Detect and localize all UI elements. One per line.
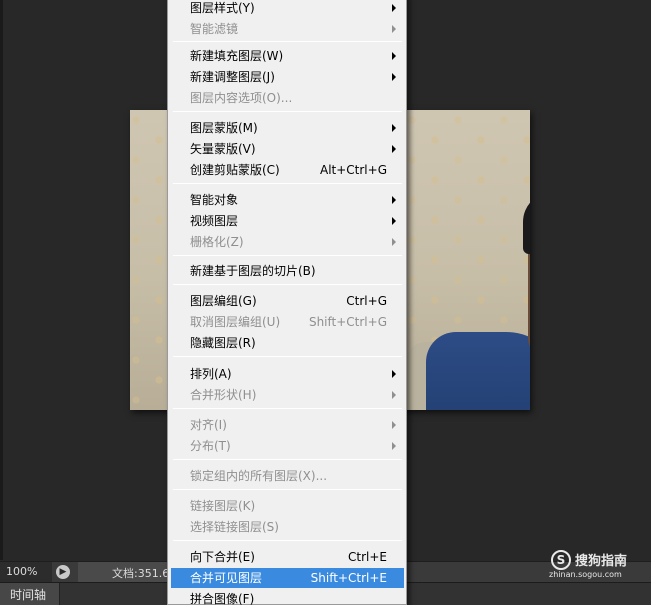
menu-separator bbox=[173, 459, 402, 460]
menu-item-shortcut: Shift+Ctrl+E bbox=[310, 571, 387, 585]
menu-item-flatten-image[interactable]: 拼合图像(F) bbox=[171, 589, 404, 605]
menu-item-label: 新建调整图层(J) bbox=[190, 70, 275, 84]
submenu-arrow-icon bbox=[392, 124, 396, 132]
menu-separator bbox=[173, 284, 402, 285]
menu-separator bbox=[173, 540, 402, 541]
menu-item-label: 分布(T) bbox=[190, 439, 231, 453]
menu-item-rasterize[interactable]: 栅格化(Z) bbox=[171, 232, 404, 252]
status-menu-icon[interactable]: ▶ bbox=[56, 565, 70, 579]
menu-item-label: 合并可见图层 bbox=[190, 571, 263, 585]
menu-item-layer-mask[interactable]: 图层蒙版(M) bbox=[171, 118, 404, 138]
menu-item-label: 新建填充图层(W) bbox=[190, 49, 284, 63]
submenu-arrow-icon bbox=[392, 370, 396, 378]
menu-item-label: 栅格化(Z) bbox=[190, 235, 244, 249]
menu-item-label: 创建剪贴蒙版(C) bbox=[190, 163, 280, 177]
submenu-arrow-icon bbox=[392, 217, 396, 225]
menu-item-ungroup-layers[interactable]: 取消图层编组(U) Shift+Ctrl+G bbox=[171, 312, 404, 332]
menu-item-select-linked-layers[interactable]: 选择链接图层(S) bbox=[171, 517, 404, 537]
menu-item-layer-content-options[interactable]: 图层内容选项(O)... bbox=[171, 88, 404, 108]
sogou-logo-icon: S bbox=[551, 550, 571, 570]
menu-item-label: 智能对象 bbox=[190, 193, 239, 207]
submenu-arrow-icon bbox=[392, 25, 396, 33]
menu-item-smart-filter[interactable]: 智能滤镜 bbox=[171, 19, 404, 39]
menu-item-hide-layers[interactable]: 隐藏图层(R) bbox=[171, 333, 404, 353]
menu-item-label: 智能滤镜 bbox=[190, 22, 239, 36]
photo-shirt bbox=[426, 332, 530, 410]
menu-item-lock-all-layers-in-group[interactable]: 锁定组内的所有图层(X)... bbox=[171, 466, 404, 486]
menu-item-label: 取消图层编组(U) bbox=[190, 315, 281, 329]
menu-item-shortcut: Ctrl+E bbox=[348, 550, 387, 564]
menu-item-label: 新建基于图层的切片(B) bbox=[190, 264, 316, 278]
menu-item-distribute[interactable]: 分布(T) bbox=[171, 436, 404, 456]
menu-item-vector-mask[interactable]: 矢量蒙版(V) bbox=[171, 139, 404, 159]
submenu-arrow-icon bbox=[392, 4, 396, 12]
menu-separator bbox=[173, 489, 402, 490]
menu-item-video-layers[interactable]: 视频图层 bbox=[171, 211, 404, 231]
menu-item-shortcut: Ctrl+G bbox=[346, 294, 387, 308]
sogou-watermark: S 搜狗指南 zhinan.sogou.com bbox=[549, 548, 645, 582]
menu-item-label: 链接图层(K) bbox=[190, 499, 256, 513]
menu-separator bbox=[173, 183, 402, 184]
menu-item-label: 图层内容选项(O)... bbox=[190, 91, 293, 105]
menu-item-label: 矢量蒙版(V) bbox=[190, 142, 256, 156]
menu-separator bbox=[173, 408, 402, 409]
submenu-arrow-icon bbox=[392, 391, 396, 399]
submenu-arrow-icon bbox=[392, 52, 396, 60]
watermark-domain: zhinan.sogou.com bbox=[549, 570, 622, 579]
layer-context-menu: 图层样式(Y) 智能滤镜 新建填充图层(W) 新建调整图层(J) 图层内容选项(… bbox=[167, 0, 407, 605]
menu-item-arrange[interactable]: 排列(A) bbox=[171, 364, 404, 384]
menu-item-shortcut: Alt+Ctrl+G bbox=[319, 163, 387, 177]
submenu-arrow-icon bbox=[392, 442, 396, 450]
menu-item-link-layers[interactable]: 链接图层(K) bbox=[171, 496, 404, 516]
menu-item-label: 排列(A) bbox=[190, 367, 232, 381]
menu-item-label: 图层编组(G) bbox=[190, 294, 257, 308]
menu-item-new-adjustment-layer[interactable]: 新建调整图层(J) bbox=[171, 67, 404, 87]
menu-item-label: 对齐(I) bbox=[190, 418, 227, 432]
menu-item-label: 隐藏图层(R) bbox=[190, 336, 256, 350]
menu-item-group-layers[interactable]: 图层编组(G) Ctrl+G bbox=[171, 291, 404, 311]
menu-separator bbox=[173, 255, 402, 256]
watermark-brand: 搜狗指南 bbox=[575, 554, 628, 569]
menu-item-label: 锁定组内的所有图层(X)... bbox=[190, 469, 328, 483]
menu-item-layer-style[interactable]: 图层样式(Y) bbox=[171, 0, 404, 18]
menu-item-combine-shapes[interactable]: 合并形状(H) bbox=[171, 385, 404, 405]
menu-separator bbox=[173, 111, 402, 112]
menu-item-label: 向下合并(E) bbox=[190, 550, 255, 564]
menu-item-label: 选择链接图层(S) bbox=[190, 520, 279, 534]
menu-item-create-clipping-mask[interactable]: 创建剪贴蒙版(C) Alt+Ctrl+G bbox=[171, 160, 404, 180]
left-panel-edge bbox=[0, 0, 3, 560]
menu-item-label: 图层蒙版(M) bbox=[190, 121, 258, 135]
zoom-level[interactable]: 100% bbox=[0, 562, 52, 582]
menu-item-shortcut: Shift+Ctrl+G bbox=[308, 315, 387, 329]
submenu-arrow-icon bbox=[392, 73, 396, 81]
submenu-arrow-icon bbox=[392, 145, 396, 153]
submenu-arrow-icon bbox=[392, 238, 396, 246]
menu-item-smart-object[interactable]: 智能对象 bbox=[171, 190, 404, 210]
tab-timeline[interactable]: 时间轴 bbox=[0, 583, 60, 605]
menu-item-label: 图层样式(Y) bbox=[190, 1, 255, 15]
menu-separator bbox=[173, 356, 402, 357]
menu-item-label: 合并形状(H) bbox=[190, 388, 257, 402]
menu-item-merge-down[interactable]: 向下合并(E) Ctrl+E bbox=[171, 547, 404, 567]
submenu-arrow-icon bbox=[392, 421, 396, 429]
menu-item-merge-visible[interactable]: 合并可见图层 Shift+Ctrl+E bbox=[171, 568, 404, 588]
menu-item-new-layer-based-slice[interactable]: 新建基于图层的切片(B) bbox=[171, 261, 404, 281]
menu-item-align[interactable]: 对齐(I) bbox=[171, 415, 404, 435]
menu-separator bbox=[173, 41, 402, 42]
menu-item-label: 拼合图像(F) bbox=[190, 592, 255, 605]
menu-item-label: 视频图层 bbox=[190, 214, 239, 228]
menu-item-new-fill-layer[interactable]: 新建填充图层(W) bbox=[171, 46, 404, 66]
submenu-arrow-icon bbox=[392, 196, 396, 204]
